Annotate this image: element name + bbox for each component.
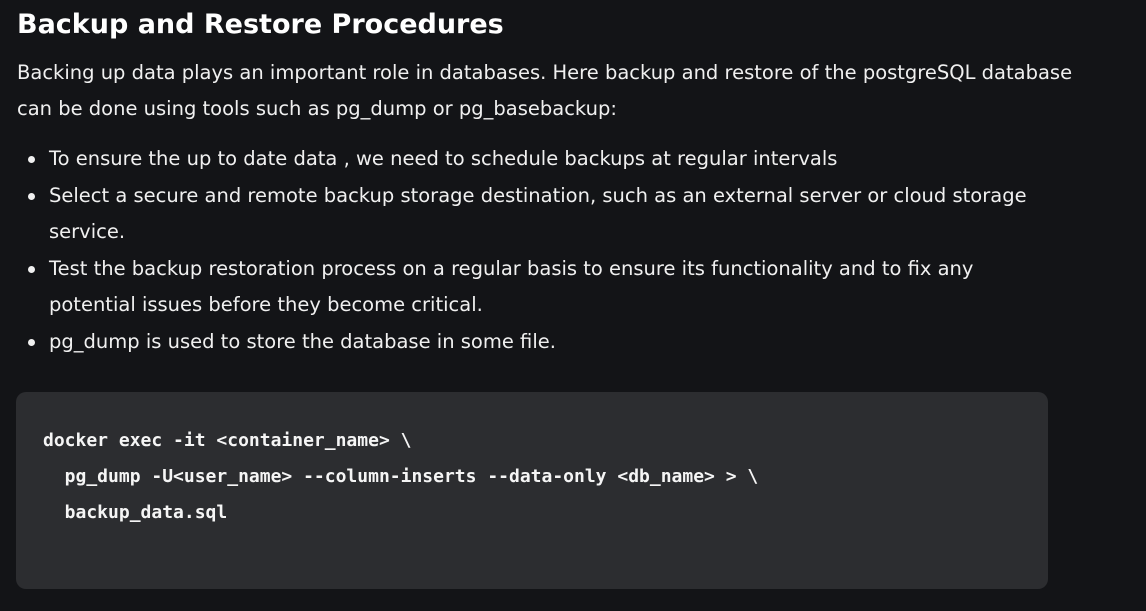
list-item: pg_dump is used to store the database in… bbox=[17, 324, 1047, 361]
bullet-icon bbox=[28, 265, 35, 273]
list-item: To ensure the up to date data , we need … bbox=[17, 141, 1047, 178]
code-content[interactable]: docker exec -it <container_name> \ pg_du… bbox=[43, 423, 758, 531]
code-line: docker exec -it <container_name> \ bbox=[43, 430, 412, 451]
code-line: pg_dump -U<user_name> --column-inserts -… bbox=[43, 466, 759, 487]
code-block[interactable]: docker exec -it <container_name> \ pg_du… bbox=[16, 392, 1048, 589]
bullet-icon bbox=[28, 156, 35, 163]
list-item-text: Select a secure and remote backup storag… bbox=[49, 183, 1027, 244]
list-item-text: pg_dump is used to store the database in… bbox=[49, 329, 556, 353]
code-line: backup_data.sql bbox=[43, 502, 228, 523]
bullet-icon bbox=[28, 192, 35, 200]
bullet-list: To ensure the up to date data , we need … bbox=[17, 141, 1047, 360]
intro-paragraph: Backing up data plays an important role … bbox=[17, 61, 1073, 120]
list-item-text: To ensure the up to date data , we need … bbox=[49, 147, 838, 170]
list-item: Select a secure and remote backup storag… bbox=[17, 178, 1047, 251]
list-item-text: Test the backup restoration process on a… bbox=[49, 256, 974, 317]
bullet-icon bbox=[28, 338, 35, 346]
section-heading: Backup and Restore Procedures bbox=[17, 9, 504, 40]
list-item: Test the backup restoration process on a… bbox=[17, 251, 1047, 324]
